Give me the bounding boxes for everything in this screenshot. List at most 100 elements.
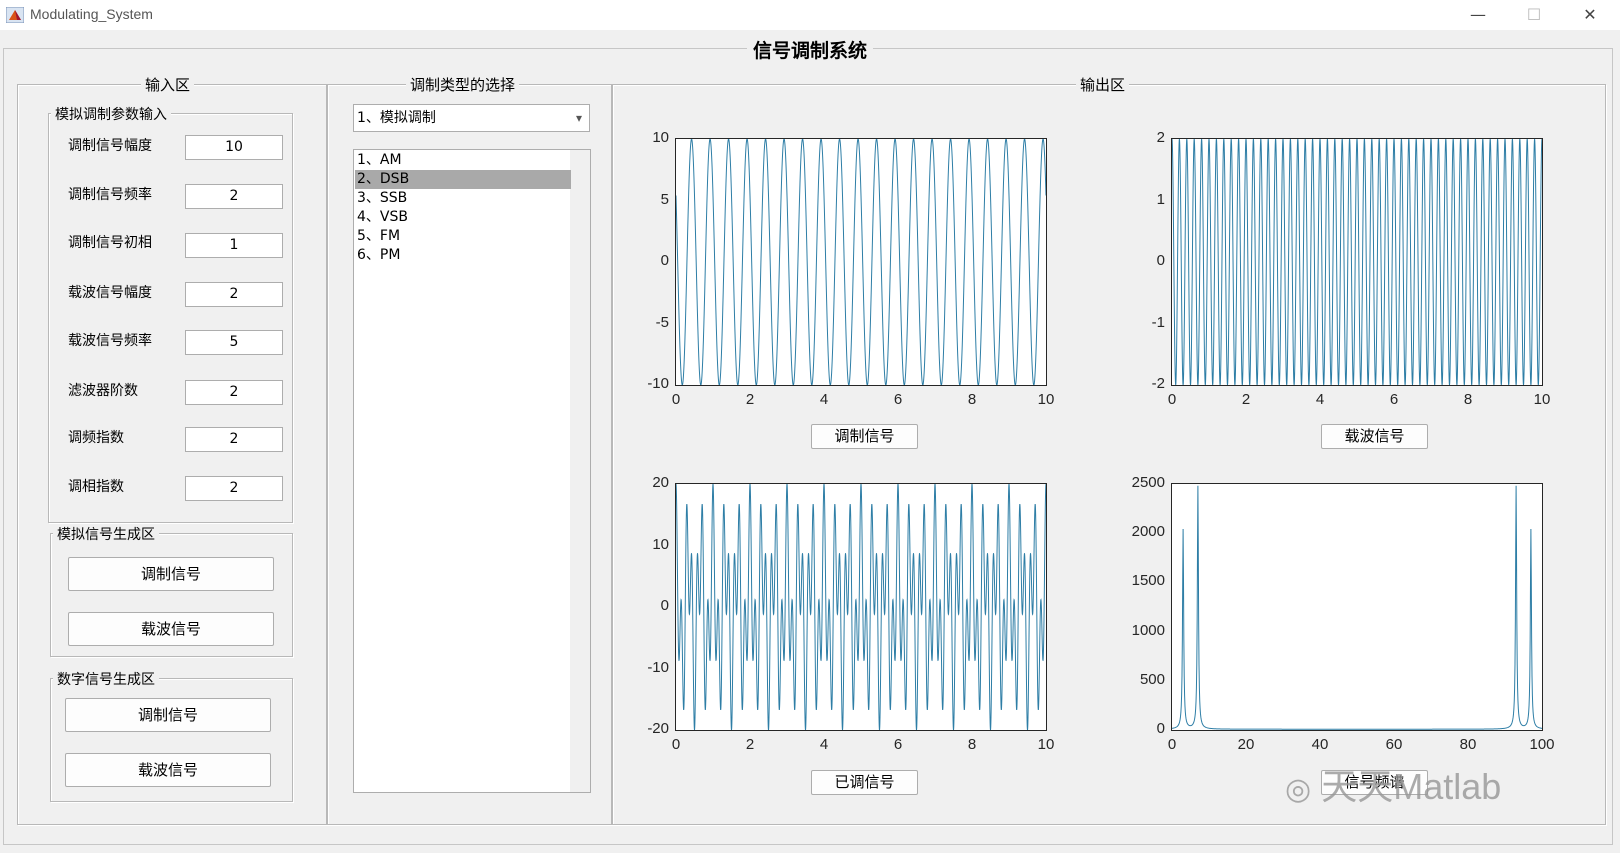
x-tick-label: 4 (1315, 391, 1325, 408)
y-tick-label: 20 (652, 474, 669, 491)
modulated-signal-plot-line (676, 484, 1046, 730)
x-tick-label: 100 (1529, 736, 1555, 753)
modulation-category-dropdown[interactable]: 1、模拟调制 ▾ (353, 104, 590, 132)
param-input[interactable]: 10 (185, 135, 283, 160)
param-label: 载波信号频率 (68, 333, 152, 349)
input-panel-title: 输入区 (141, 74, 195, 95)
digital-modulating-signal-button[interactable]: 调制信号 (65, 698, 271, 732)
y-tick-label: 10 (652, 129, 669, 146)
y-tick-label: 5 (660, 190, 669, 208)
x-tick-label: 6 (1389, 391, 1399, 408)
watermark: ◎ 天天Matlab (1285, 766, 1502, 807)
y-tick-label: -20 (647, 720, 669, 737)
listbox-scrollbar[interactable] (570, 150, 590, 792)
system-title: 信号调制系统 (0, 36, 1620, 63)
param-input[interactable]: 5 (185, 330, 283, 355)
y-tick-label: 2000 (1131, 523, 1165, 541)
carrier-signal-plot (1171, 138, 1543, 386)
param-input[interactable]: 2 (185, 380, 283, 405)
x-tick-label: 0 (1167, 391, 1177, 408)
y-tick-label: -10 (647, 658, 669, 676)
modulation-select-title: 调制类型的选择 (406, 74, 520, 95)
modulation-type-listbox[interactable]: 1、AM 2、DSB 3、SSB 4、VSB 5、FM 6、PM (353, 149, 591, 793)
x-tick-label: 4 (819, 391, 829, 408)
analog-params-title: 模拟调制参数输入 (51, 104, 171, 124)
x-tick-label: 10 (1037, 391, 1055, 408)
listbox-item[interactable]: 2、DSB (355, 170, 571, 189)
digital-carrier-signal-button[interactable]: 载波信号 (65, 753, 271, 787)
carrier-signal-plot-line (1172, 139, 1542, 385)
minimize-button[interactable]: — (1450, 0, 1506, 30)
modulated-signal-plot-svg (676, 484, 1046, 730)
window-title: Modulating_System (30, 6, 153, 22)
param-input[interactable]: 2 (185, 427, 283, 452)
y-tick-label: 1500 (1131, 572, 1165, 590)
y-tick-label: -1 (1151, 313, 1165, 331)
param-label: 调制信号频率 (68, 187, 152, 203)
listbox-item[interactable]: 5、FM (355, 227, 571, 246)
x-tick-label: 60 (1385, 736, 1403, 753)
modulating-signal-plot (675, 138, 1047, 386)
param-input[interactable]: 1 (185, 233, 283, 258)
chevron-down-icon: ▾ (575, 111, 582, 125)
x-tick-label: 8 (967, 736, 977, 753)
param-input[interactable]: 2 (185, 282, 283, 307)
param-input[interactable]: 2 (185, 184, 283, 209)
y-tick-label: 0 (1156, 252, 1165, 269)
modulating-signal-plot-line (676, 139, 1046, 385)
digital-gen-title: 数字信号生成区 (53, 669, 159, 689)
x-tick-label: 0 (1167, 736, 1177, 753)
x-tick-label: 10 (1533, 391, 1551, 408)
x-tick-label: 0 (671, 391, 681, 408)
param-label: 调制信号幅度 (68, 138, 152, 154)
dropdown-value: 1、模拟调制 (357, 110, 436, 126)
y-tick-label: -10 (647, 375, 669, 392)
carrier-signal-plot-svg (1172, 139, 1542, 385)
maximize-button[interactable]: ☐ (1506, 0, 1562, 30)
x-tick-label: 2 (745, 736, 755, 753)
y-tick-label: 0 (660, 597, 669, 614)
output-panel-title: 输出区 (1076, 74, 1130, 95)
listbox-item[interactable]: 1、AM (355, 151, 571, 170)
analog-carrier-signal-button[interactable]: 载波信号 (68, 612, 274, 646)
x-tick-label: 6 (893, 736, 903, 753)
y-tick-label: 2 (1156, 129, 1165, 146)
x-tick-label: 20 (1237, 736, 1255, 753)
modulating-signal-plot-button[interactable]: 调制信号 (811, 424, 918, 449)
close-button[interactable]: ✕ (1562, 0, 1618, 30)
matlab-app-icon (6, 7, 24, 23)
y-tick-label: 0 (1156, 720, 1165, 737)
x-tick-label: 80 (1459, 736, 1477, 753)
spectrum-plot (1171, 483, 1543, 731)
modulated-signal-plot (675, 483, 1047, 731)
listbox-item[interactable]: 6、PM (355, 246, 571, 265)
y-tick-label: -2 (1151, 375, 1165, 392)
param-input[interactable]: 2 (185, 476, 283, 501)
modulating-signal-plot-svg (676, 139, 1046, 385)
y-tick-label: 1000 (1131, 621, 1165, 639)
x-tick-label: 2 (1241, 391, 1251, 408)
y-tick-label: 500 (1139, 670, 1165, 688)
analog-modulating-signal-button[interactable]: 调制信号 (68, 557, 274, 591)
y-tick-label: 0 (660, 252, 669, 269)
param-label: 调相指数 (68, 479, 124, 495)
listbox-item[interactable]: 4、VSB (355, 208, 571, 227)
x-tick-label: 4 (819, 736, 829, 753)
y-tick-label: 1 (1156, 190, 1165, 208)
y-tick-label: -5 (655, 313, 669, 331)
param-label: 载波信号幅度 (68, 285, 152, 301)
modulated-signal-plot-button[interactable]: 已调信号 (811, 770, 918, 795)
analog-gen-title: 模拟信号生成区 (53, 524, 159, 544)
x-tick-label: 2 (745, 391, 755, 408)
analog-params-group (48, 113, 293, 523)
x-tick-label: 0 (671, 736, 681, 753)
x-tick-label: 40 (1311, 736, 1329, 753)
param-label: 滤波器阶数 (68, 383, 138, 399)
spectrum-plot-svg (1172, 485, 1542, 730)
carrier-signal-plot-button[interactable]: 载波信号 (1321, 424, 1428, 449)
title-bar (0, 0, 1620, 30)
spectrum-plot-line (1172, 485, 1542, 730)
listbox-item[interactable]: 3、SSB (355, 189, 571, 208)
wechat-icon: ◎ (1285, 773, 1312, 806)
param-label: 调频指数 (68, 430, 124, 446)
